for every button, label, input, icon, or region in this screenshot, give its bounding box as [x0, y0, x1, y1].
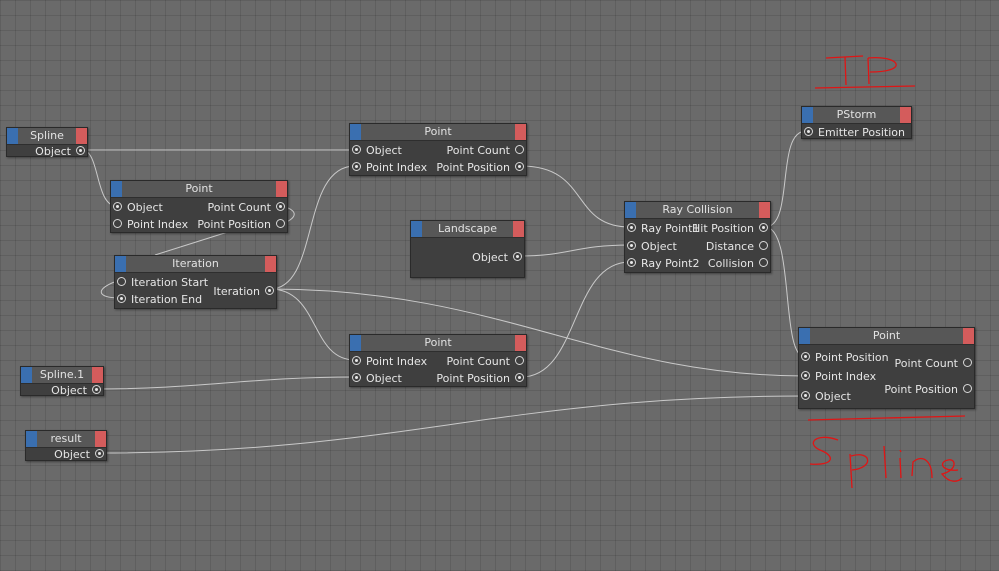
annotation-ip	[814, 55, 916, 89]
annotation-spline	[807, 415, 966, 489]
handwritten-annotations	[807, 55, 966, 489]
